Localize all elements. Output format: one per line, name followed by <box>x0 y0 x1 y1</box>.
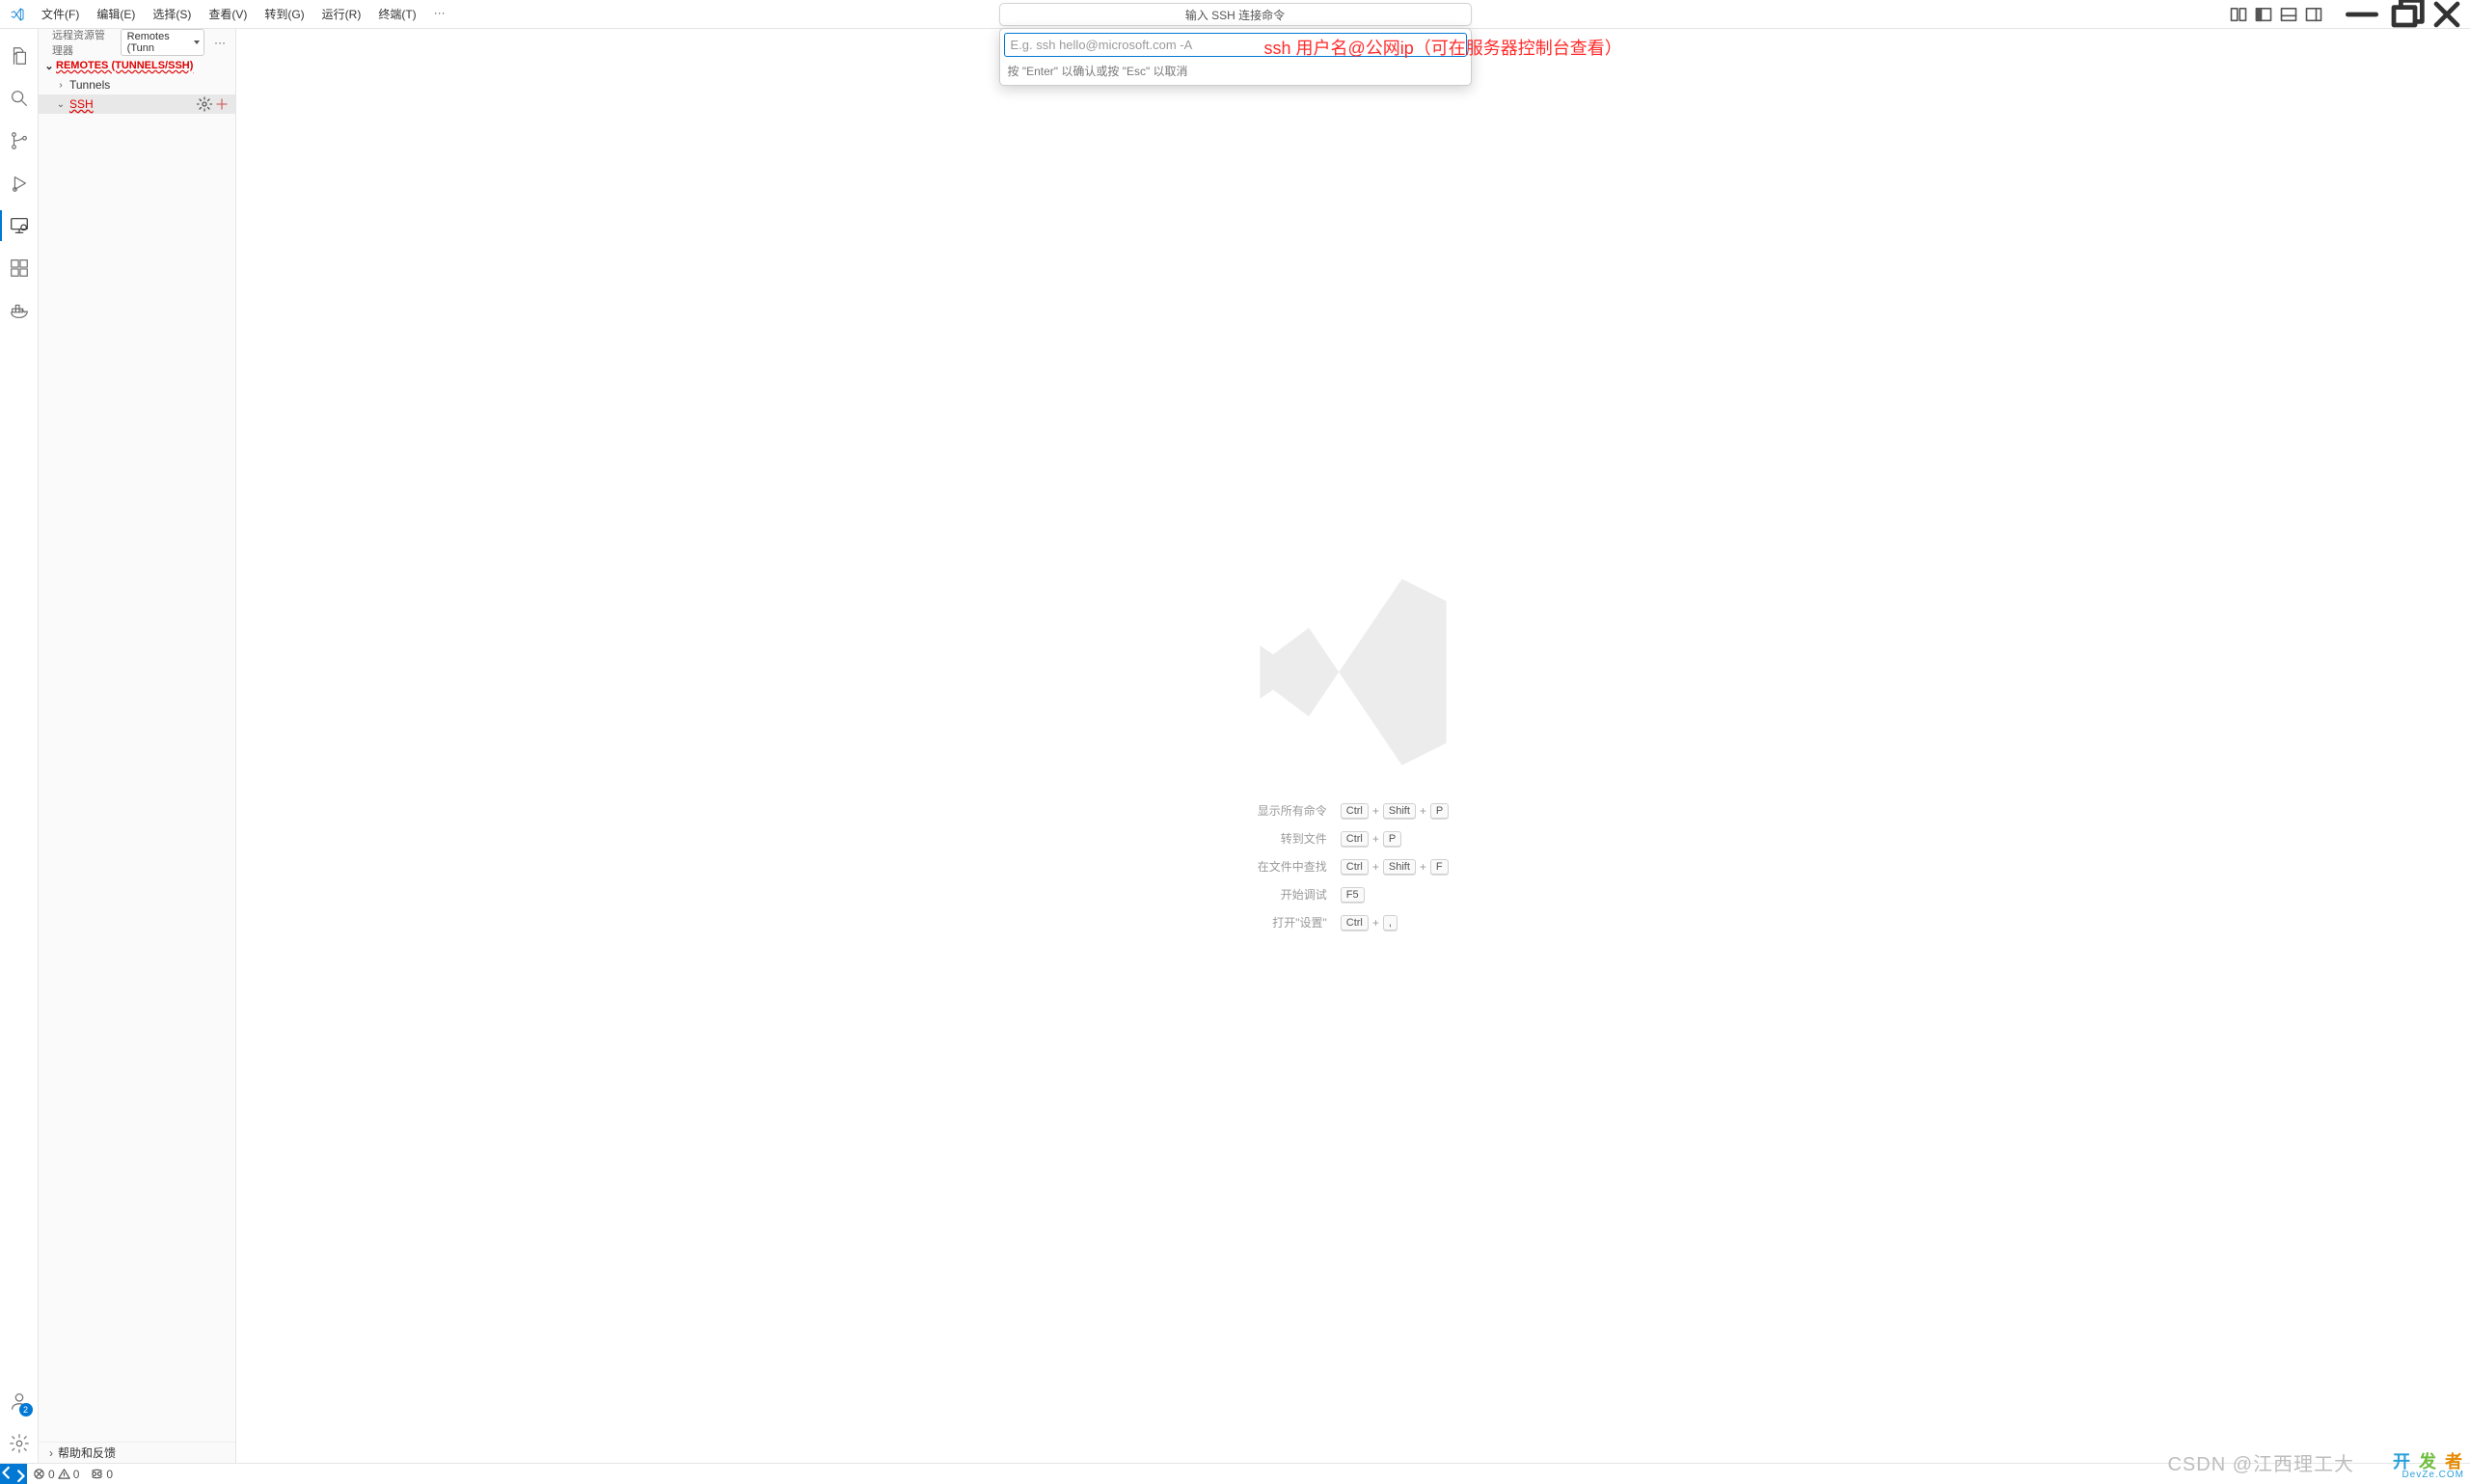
command-center[interactable]: 输入 SSH 连接命令 <box>999 3 1472 26</box>
sidebar-section-remotes[interactable]: ⌄ REMOTES (TUNNELS/SSH) <box>39 56 235 75</box>
status-warnings-count: 0 <box>73 1468 80 1481</box>
layout-sidebar-left-icon[interactable] <box>2254 5 2273 24</box>
status-problems[interactable]: 0 0 <box>27 1468 85 1481</box>
status-ports-count: 0 <box>106 1468 113 1481</box>
sidebar-footer-label: 帮助和反馈 <box>58 1444 116 1461</box>
activity-search[interactable] <box>0 79 39 118</box>
tree-item-ssh[interactable]: ⌄ SSH <box>39 94 235 114</box>
gear-icon[interactable] <box>197 96 212 112</box>
accounts-badge: 2 <box>19 1403 33 1417</box>
sidebar-footer-help[interactable]: › 帮助和反馈 <box>39 1442 235 1463</box>
welcome-shortcuts: 显示所有命令 Ctrl+Shift+P 转到文件 Ctrl+P 在文件中查找 Ctrl+S… <box>1258 802 1450 931</box>
tree-item-tunnels[interactable]: › Tunnels <box>39 75 235 94</box>
menu-run[interactable]: 运行(R) <box>314 2 369 26</box>
layout-sidebar-right-icon[interactable] <box>2304 5 2323 24</box>
menu-selection[interactable]: 选择(S) <box>145 2 199 26</box>
shortcut-label: 在文件中查找 <box>1258 858 1327 875</box>
window-minimize[interactable] <box>2341 0 2383 29</box>
command-center-title: 输入 SSH 连接命令 <box>999 3 1472 26</box>
shortcut-keys: Ctrl+, <box>1341 915 1450 931</box>
shortcut-label: 转到文件 <box>1258 830 1327 847</box>
plus-icon[interactable] <box>214 96 230 112</box>
tree-item-label: SSH <box>69 97 94 111</box>
window-close[interactable] <box>2426 0 2468 29</box>
vscode-logo <box>0 7 34 22</box>
activity-source-control[interactable] <box>0 121 39 160</box>
shortcut-keys: Ctrl+Shift+F <box>1341 859 1450 875</box>
activity-remote-explorer[interactable] <box>0 206 39 245</box>
vscode-watermark-icon <box>1242 561 1464 783</box>
layout-panel-icon[interactable] <box>2279 5 2298 24</box>
chevron-right-icon: › <box>54 80 68 91</box>
shortcut-keys: Ctrl+P <box>1341 831 1450 847</box>
sidebar-more-icon[interactable]: ··· <box>210 34 230 51</box>
sidebar: 远程资源管理器 Remotes (Tunn ··· ⌄ REMOTES (TUN… <box>39 29 236 1463</box>
shortcut-keys: Ctrl+Shift+P <box>1341 803 1450 819</box>
menu-overflow[interactable]: ··· <box>426 2 453 26</box>
status-errors-count: 0 <box>48 1468 55 1481</box>
activity-docker[interactable] <box>0 291 39 330</box>
layout-editor-icon[interactable] <box>2229 5 2248 24</box>
activity-settings[interactable] <box>0 1424 39 1463</box>
sidebar-title: 远程资源管理器 <box>52 29 115 58</box>
tree-item-label: Tunnels <box>69 78 110 92</box>
shortcut-label: 打开"设置" <box>1258 914 1327 931</box>
remote-indicator[interactable] <box>0 1464 27 1484</box>
activity-explorer[interactable] <box>0 37 39 75</box>
activity-accounts[interactable]: 2 <box>0 1382 39 1420</box>
menu-go[interactable]: 转到(G) <box>257 2 312 26</box>
menu-terminal[interactable]: 终端(T) <box>370 2 423 26</box>
chevron-down-icon: ⌄ <box>42 60 56 72</box>
activity-extensions[interactable] <box>0 249 39 287</box>
chevron-right-icon: › <box>44 1446 58 1460</box>
window-restore[interactable] <box>2383 0 2426 29</box>
menu-file[interactable]: 文件(F) <box>34 2 87 26</box>
activity-bar: 2 <box>0 29 39 1463</box>
shortcut-keys: F5 <box>1341 887 1450 903</box>
chevron-down-icon: ⌄ <box>54 99 68 110</box>
titlebar: 文件(F) 编辑(E) 选择(S) 查看(V) 转到(G) 运行(R) 终端(T… <box>0 0 2470 29</box>
status-bar: 0 0 0 <box>0 1463 2470 1484</box>
watermark-devze: 开 发 者 DevZe.COM <box>2393 1453 2464 1480</box>
menu-edit[interactable]: 编辑(E) <box>89 2 143 26</box>
sidebar-section-label: REMOTES (TUNNELS/SSH) <box>56 60 193 71</box>
quick-input-hint: 按 "Enter" 以确认或按 "Esc" 以取消 <box>1004 57 1467 81</box>
watermark-csdn: CSDN @江西理工大 <box>2167 1448 2354 1476</box>
shortcut-label: 显示所有命令 <box>1258 802 1327 819</box>
activity-run-debug[interactable] <box>0 164 39 202</box>
status-ports[interactable]: 0 <box>85 1468 119 1481</box>
annotation-text: ssh 用户名@公网ip（可在服务器控制台查看） <box>1264 35 1622 60</box>
shortcut-label: 开始调试 <box>1258 886 1327 903</box>
menu-view[interactable]: 查看(V) <box>201 2 255 26</box>
sidebar-remote-select[interactable]: Remotes (Tunn <box>121 29 204 56</box>
menubar: 文件(F) 编辑(E) 选择(S) 查看(V) 转到(G) 运行(R) 终端(T… <box>34 2 453 26</box>
editor-welcome: 显示所有命令 Ctrl+Shift+P 转到文件 Ctrl+P 在文件中查找 Ctrl+S… <box>236 29 2470 1463</box>
